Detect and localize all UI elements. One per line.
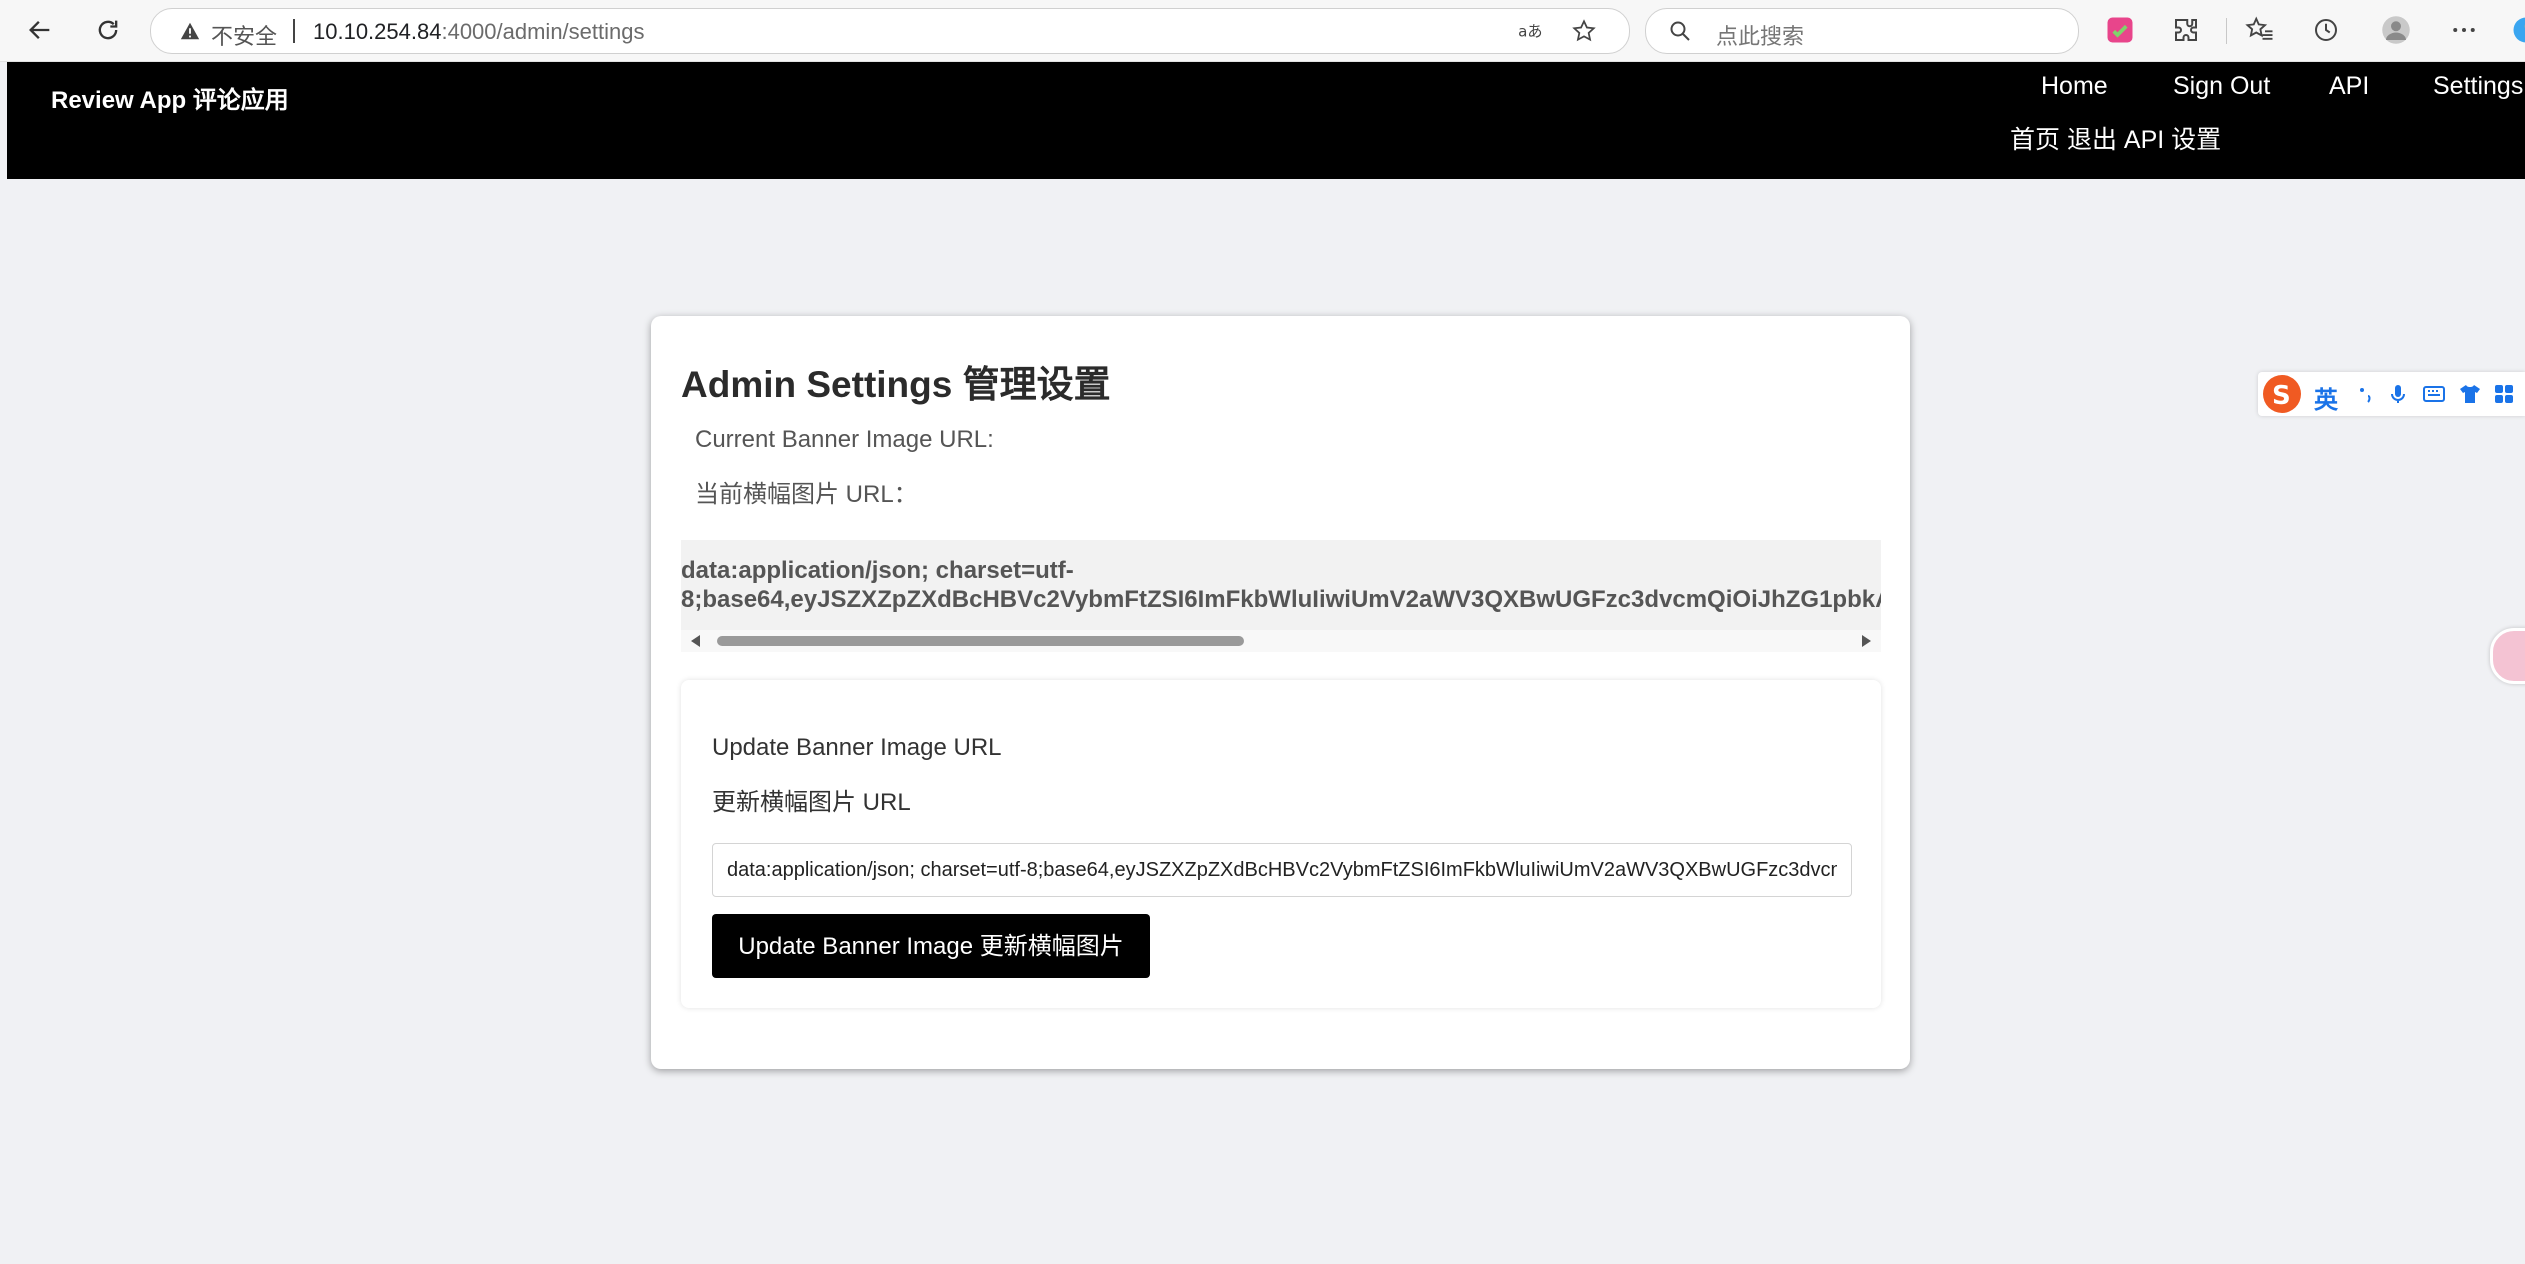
svg-text:aあ: aあ	[1518, 22, 1542, 40]
puzzle-icon	[2175, 19, 2197, 41]
keyboard-icon[interactable]	[2422, 382, 2446, 406]
page-title: Admin Settings 管理设置	[681, 364, 1111, 405]
current-banner-label-zh: 当前横幅图片 URL：	[695, 481, 918, 508]
address-separator	[293, 19, 295, 43]
arrow-left-icon	[29, 21, 50, 39]
current-banner-url-line1: data:application/json; charset=utf-	[681, 557, 1074, 584]
extension-button[interactable]	[2104, 14, 2136, 46]
browser-search-box[interactable]: 点此搜索	[1645, 8, 2079, 54]
read-aloud-icon[interactable]: aあ	[1517, 18, 1543, 44]
app-brand[interactable]: Review App 评论应用	[51, 80, 289, 115]
browser-toolbar: 不安全 10.10.254.84:4000/admin/settings aあ …	[0, 0, 2525, 62]
current-banner-url-text: data:application/json; charset=utf- 8;ba…	[681, 556, 1881, 614]
favorite-star-icon[interactable]	[1571, 18, 1597, 44]
history-icon	[2315, 19, 2337, 41]
admin-settings-card: Admin Settings 管理设置 Current Banner Image…	[651, 316, 1910, 1069]
update-banner-label-en: Update Banner Image URL	[712, 734, 1002, 761]
scrollbar-thumb[interactable]	[717, 636, 1244, 646]
url-host: 10.10.254.84	[313, 19, 442, 44]
reload-icon	[98, 20, 118, 40]
current-banner-url-display: data:application/json; charset=utf- 8;ba…	[681, 540, 1881, 652]
copilot-button[interactable]	[2510, 14, 2525, 46]
extensions-button[interactable]	[2170, 14, 2202, 46]
url-path: :4000/admin/settings	[441, 19, 645, 44]
copilot-icon	[2513, 17, 2525, 43]
scroll-left-arrow-icon[interactable]	[691, 635, 700, 647]
nav-settings-link[interactable]: Settings	[2433, 72, 2523, 101]
search-placeholder: 点此搜索	[1716, 24, 1805, 49]
sogou-extension-icon	[2107, 17, 2133, 43]
current-banner-label-en: Current Banner Image URL:	[695, 426, 994, 453]
banner-url-input[interactable]	[712, 843, 1852, 897]
favorites-icon	[2245, 16, 2273, 40]
ime-language-toggle[interactable]: 英	[2314, 380, 2338, 415]
avatar-icon	[2382, 16, 2410, 44]
toolbar-separator	[2226, 18, 2227, 44]
app-navbar: Review App 评论应用 Home Sign Out API Settin…	[7, 62, 2525, 179]
ime-toolbar: S 英	[2258, 372, 2525, 416]
scroll-right-arrow-icon[interactable]	[1862, 635, 1871, 647]
nav-links-chinese: 首页 退出 API 设置	[2010, 126, 2222, 154]
update-banner-label-zh: 更新横幅图片 URL	[712, 789, 911, 816]
more-dots-icon	[2453, 28, 2475, 32]
url-text[interactable]: 10.10.254.84:4000/admin/settings	[313, 19, 645, 45]
sogou-logo-icon[interactable]: S	[2260, 372, 2304, 416]
skin-shirt-icon[interactable]	[2458, 382, 2482, 406]
favorites-button[interactable]	[2244, 14, 2276, 46]
reload-button[interactable]	[90, 12, 126, 48]
svg-text:S: S	[2272, 381, 2291, 411]
microphone-icon[interactable]	[2386, 382, 2410, 406]
update-banner-form: Update Banner Image URL 更新横幅图片 URL Updat…	[681, 680, 1881, 1008]
nav-home-link[interactable]: Home	[2041, 72, 2108, 101]
side-float-assistant-icon[interactable]	[2490, 628, 2525, 684]
toolbox-grid-icon[interactable]	[2492, 382, 2516, 406]
profile-button[interactable]	[2380, 14, 2412, 46]
nav-sign-out-link[interactable]: Sign Out	[2173, 72, 2270, 101]
current-banner-url-line2: 8;base64,eyJSZXZpZXdBcHBVc2VybmFtZSI6ImF…	[681, 586, 1881, 613]
address-bar[interactable]: 不安全 10.10.254.84:4000/admin/settings aあ	[150, 8, 1630, 54]
punctuation-icon[interactable]	[2354, 382, 2378, 406]
more-menu-button[interactable]	[2448, 14, 2480, 46]
history-button[interactable]	[2310, 14, 2342, 46]
back-button[interactable]	[22, 12, 58, 48]
horizontal-scrollbar[interactable]	[681, 630, 1881, 652]
update-banner-button[interactable]: Update Banner Image 更新横幅图片	[712, 914, 1150, 978]
nav-api-link[interactable]: API	[2329, 72, 2369, 101]
warning-icon	[180, 22, 200, 40]
search-icon	[1670, 21, 1690, 41]
security-label[interactable]: 不安全	[211, 19, 277, 51]
